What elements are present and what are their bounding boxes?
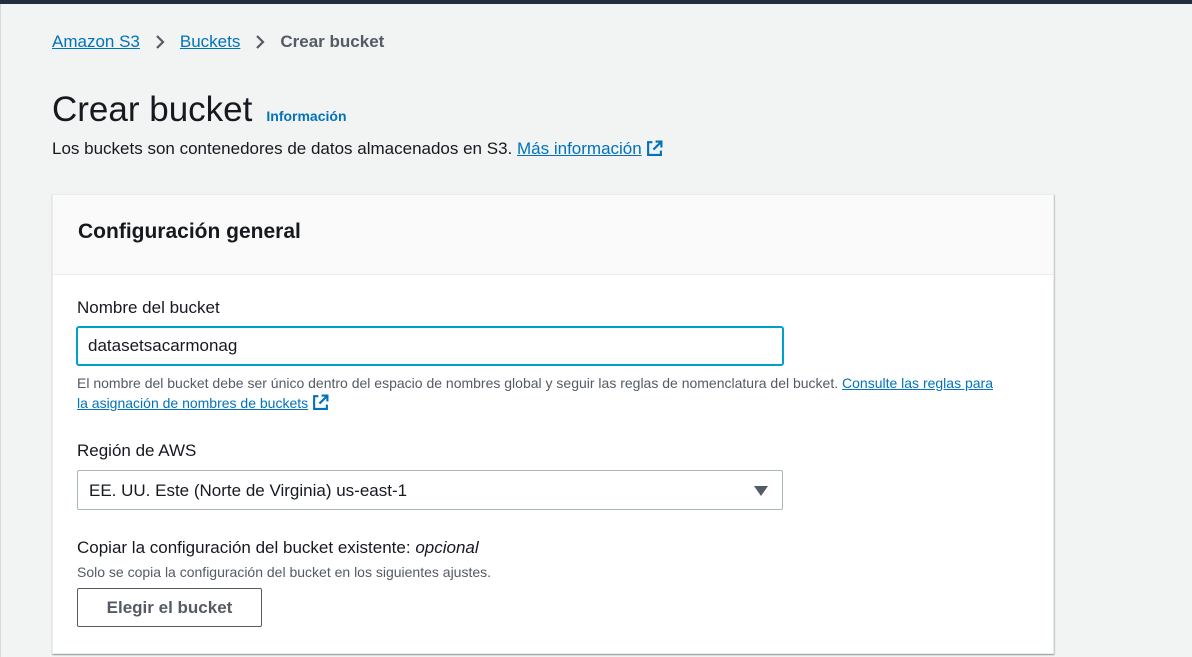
- more-info-link-label: Más información: [517, 139, 642, 158]
- page-description: Los buckets son contenedores de datos al…: [52, 139, 663, 162]
- chevron-right-icon: [240, 30, 280, 54]
- panel-title: Configuración general: [78, 220, 301, 243]
- bucket-name-hint-text: El nombre del bucket debe ser único dent…: [77, 375, 839, 391]
- bucket-name-hint: El nombre del bucket debe ser único dent…: [77, 373, 1007, 416]
- region-select[interactable]: EE. UU. Este (Norte de Virginia) us-east…: [77, 470, 783, 510]
- more-info-link[interactable]: Más información: [517, 139, 663, 158]
- optional-tag: opcional: [415, 538, 479, 557]
- page-description-text: Los buckets son contenedores de datos al…: [52, 139, 513, 158]
- copy-config-label: Copiar la configuración del bucket exist…: [77, 538, 479, 558]
- chevron-right-icon: [140, 30, 180, 54]
- panel-header: Configuración general: [53, 195, 1053, 275]
- region-selected-value: EE. UU. Este (Norte de Virginia) us-east…: [89, 481, 408, 500]
- left-divider: [0, 4, 1, 657]
- general-configuration-panel: Configuración general Nombre del bucket …: [52, 194, 1054, 654]
- choose-bucket-button[interactable]: Elegir el bucket: [77, 588, 262, 627]
- breadcrumb-amazon-s3[interactable]: Amazon S3: [52, 32, 140, 52]
- breadcrumb: Amazon S3 Buckets Crear bucket: [52, 30, 384, 54]
- top-nav-bar: [0, 0, 1192, 4]
- copy-config-description: Solo se copia la configuración del bucke…: [77, 564, 492, 580]
- breadcrumb-current: Crear bucket: [280, 32, 385, 51]
- page-header: Crear bucket Información: [52, 90, 347, 130]
- external-link-icon: [646, 140, 663, 162]
- breadcrumb-buckets[interactable]: Buckets: [180, 32, 240, 52]
- copy-config-label-text: Copiar la configuración del bucket exist…: [77, 538, 411, 557]
- region-label: Región de AWS: [77, 441, 197, 460]
- caret-down-icon: [754, 486, 768, 496]
- info-link[interactable]: Información: [266, 108, 346, 124]
- external-link-icon: [312, 394, 329, 416]
- page-title: Crear bucket: [52, 90, 253, 129]
- bucket-name-label: Nombre del bucket: [77, 298, 220, 317]
- bucket-name-input[interactable]: [77, 327, 783, 365]
